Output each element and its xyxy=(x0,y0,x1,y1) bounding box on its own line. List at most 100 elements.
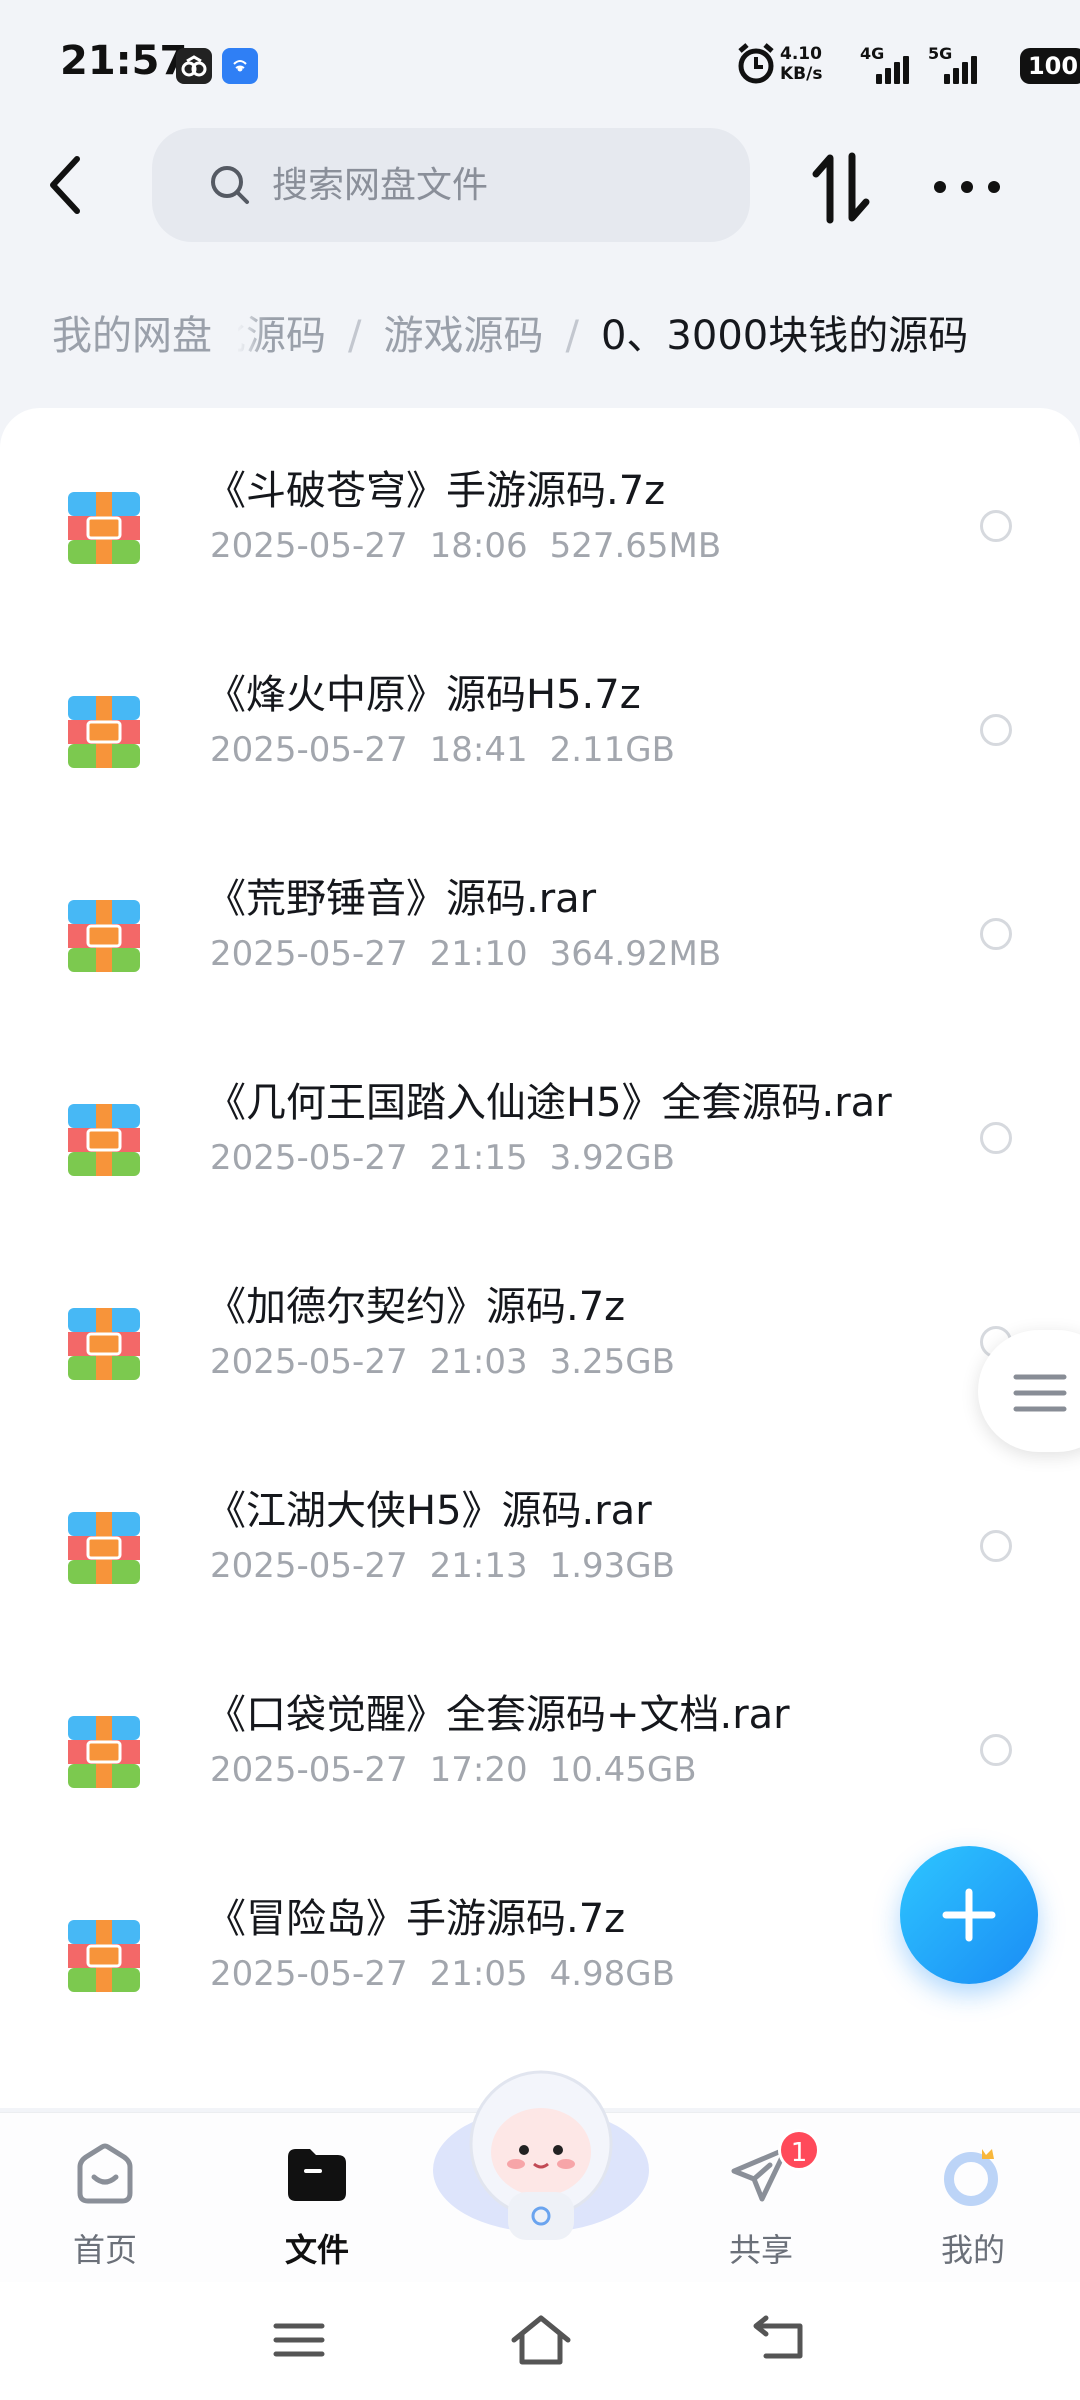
nav-files[interactable]: 文件 xyxy=(242,2133,392,2273)
signal-bars-icon xyxy=(876,52,916,84)
profile-crown-icon xyxy=(944,2149,998,2206)
status-time: 21:57 xyxy=(60,38,188,84)
archive-file-icon xyxy=(68,1716,140,1788)
sort-arrows-icon xyxy=(812,152,870,224)
file-row[interactable]: 《荒野锤音》源码.rar 2025-05-27 21:10 364.92MB xyxy=(0,816,1080,1020)
archive-file-icon xyxy=(68,900,140,972)
nav-files-label: 文件 xyxy=(284,2231,349,2269)
archive-file-icon xyxy=(68,696,140,768)
file-name[interactable]: 《斗破苍穹》手游源码.7z xyxy=(206,458,665,516)
battery-indicator: 100 xyxy=(1020,48,1080,84)
file-time: 21:13 xyxy=(429,1546,528,1586)
file-time: 21:10 xyxy=(429,934,528,974)
file-select-checkbox[interactable] xyxy=(980,1530,1012,1562)
folder-icon xyxy=(288,2149,346,2201)
file-select-checkbox[interactable] xyxy=(980,1122,1012,1154)
file-time: 21:05 xyxy=(429,1954,528,1994)
file-meta: 2025-05-27 21:05 4.98GB xyxy=(210,1954,697,1994)
nav-home[interactable]: 首页 xyxy=(30,2133,180,2273)
back-arrow-icon xyxy=(753,2315,803,2359)
file-size: 1.93GB xyxy=(549,1546,675,1586)
file-date: 2025-05-27 xyxy=(210,934,408,974)
network-speed-value: 4.10 xyxy=(780,44,822,64)
file-date: 2025-05-27 xyxy=(210,1750,408,1790)
file-select-checkbox[interactable] xyxy=(980,714,1012,746)
archive-file-icon xyxy=(68,1512,140,1584)
file-select-checkbox[interactable] xyxy=(980,510,1012,542)
file-row[interactable]: 《加德尔契约》源码.7z 2025-05-27 21:03 3.25GB xyxy=(0,1224,1080,1428)
nav-home-label: 首页 xyxy=(72,2231,137,2269)
add-button[interactable] xyxy=(900,1846,1038,1984)
home-outline-icon xyxy=(511,2315,571,2365)
file-meta: 2025-05-27 18:41 2.11GB xyxy=(210,730,697,770)
file-date: 2025-05-27 xyxy=(210,526,408,566)
search-icon xyxy=(211,166,249,204)
file-size: 10.45GB xyxy=(549,1750,697,1790)
plus-icon xyxy=(942,1888,996,1942)
chevron-left-icon xyxy=(50,156,80,214)
file-size: 2.11GB xyxy=(549,730,675,770)
file-name[interactable]: 《荒野锤音》源码.rar xyxy=(206,866,596,924)
system-navigation-bar xyxy=(0,2282,1080,2400)
system-back-button[interactable] xyxy=(746,2310,816,2370)
file-name[interactable]: 《口袋觉醒》全套源码+文档.rar xyxy=(206,1682,790,1740)
file-size: 3.25GB xyxy=(549,1342,675,1382)
file-time: 18:06 xyxy=(429,526,528,566)
file-date: 2025-05-27 xyxy=(210,730,408,770)
breadcrumb: 批源码 / 游戏源码/0、3000块钱的源码 我的网盘 xyxy=(0,290,1080,386)
breadcrumb-current: 0、3000块钱的源码 xyxy=(600,313,969,359)
file-name[interactable]: 《江湖大侠H5》源码.rar xyxy=(206,1478,652,1536)
system-home-button[interactable] xyxy=(506,2310,576,2370)
app-root: { "status_bar": { "time": "21:57", "spee… xyxy=(0,0,1080,2400)
more-options-button[interactable] xyxy=(930,164,1004,210)
file-meta: 2025-05-27 17:20 10.45GB xyxy=(210,1750,719,1790)
search-input[interactable] xyxy=(272,156,712,214)
breadcrumb-home[interactable]: 我的网盘 xyxy=(24,304,238,368)
share-badge: 1 xyxy=(778,2129,820,2171)
file-time: 21:15 xyxy=(429,1138,528,1178)
home-icon xyxy=(77,2143,133,2204)
file-date: 2025-05-27 xyxy=(210,1138,408,1178)
file-meta: 2025-05-27 18:06 527.65MB xyxy=(210,526,743,566)
nav-mine-label: 我的 xyxy=(940,2231,1005,2269)
signal-bars-icon xyxy=(944,52,984,84)
nav-mine[interactable]: 我的 xyxy=(898,2133,1048,2273)
nav-share[interactable]: 1 共享 xyxy=(686,2129,836,2273)
file-meta: 2025-05-27 21:13 1.93GB xyxy=(210,1546,697,1586)
file-select-checkbox[interactable] xyxy=(980,1734,1012,1766)
file-name[interactable]: 《几何王国踏入仙途H5》全套源码.rar xyxy=(206,1070,892,1128)
network-speed: 4.10 KB/s xyxy=(780,44,840,84)
sort-button[interactable] xyxy=(808,150,874,226)
file-time: 21:03 xyxy=(429,1342,528,1382)
breadcrumb-item[interactable]: 游戏源码 xyxy=(383,304,543,368)
search-bar[interactable] xyxy=(152,128,750,242)
breadcrumb-path: 批源码 / 游戏源码/0、3000块钱的源码 xyxy=(206,304,968,368)
archive-file-icon xyxy=(68,492,140,564)
file-list: 《斗破苍穹》手游源码.7z 2025-05-27 18:06 527.65MB 《烽火中… xyxy=(0,408,1080,2108)
file-size: 3.92GB xyxy=(549,1138,675,1178)
file-row[interactable]: 《斗破苍穹》手游源码.7z 2025-05-27 18:06 527.65MB xyxy=(0,408,1080,612)
more-dots-icon xyxy=(934,181,1000,193)
archive-file-icon xyxy=(68,1920,140,1992)
file-time: 18:41 xyxy=(429,730,528,770)
file-select-checkbox[interactable] xyxy=(980,918,1012,950)
file-meta: 2025-05-27 21:10 364.92MB xyxy=(210,934,743,974)
file-name[interactable]: 《烽火中原》源码H5.7z xyxy=(206,662,641,720)
file-row[interactable]: 《烽火中原》源码H5.7z 2025-05-27 18:41 2.11GB xyxy=(0,612,1080,816)
mascot-center-button[interactable] xyxy=(430,2052,652,2252)
file-row[interactable]: 《几何王国踏入仙途H5》全套源码.rar 2025-05-27 21:15 3.92G… xyxy=(0,1020,1080,1224)
archive-file-icon xyxy=(68,1308,140,1380)
file-row[interactable]: 《江湖大侠H5》源码.rar 2025-05-27 21:13 1.93GB xyxy=(0,1428,1080,1632)
file-row[interactable]: 《口袋觉醒》全套源码+文档.rar 2025-05-27 17:20 10.45GB xyxy=(0,1632,1080,1836)
file-size: 364.92MB xyxy=(549,934,722,974)
file-name[interactable]: 《冒险岛》手游源码.7z xyxy=(206,1886,625,1944)
file-size: 527.65MB xyxy=(549,526,722,566)
alarm-icon xyxy=(738,43,774,84)
file-date: 2025-05-27 xyxy=(210,1342,408,1382)
network-speed-unit: KB/s xyxy=(780,64,823,84)
file-date: 2025-05-27 xyxy=(210,1954,408,1994)
system-menu-button[interactable] xyxy=(264,2310,334,2370)
archive-file-icon xyxy=(68,1104,140,1176)
back-button[interactable] xyxy=(40,150,90,220)
file-name[interactable]: 《加德尔契约》源码.7z xyxy=(206,1274,625,1332)
